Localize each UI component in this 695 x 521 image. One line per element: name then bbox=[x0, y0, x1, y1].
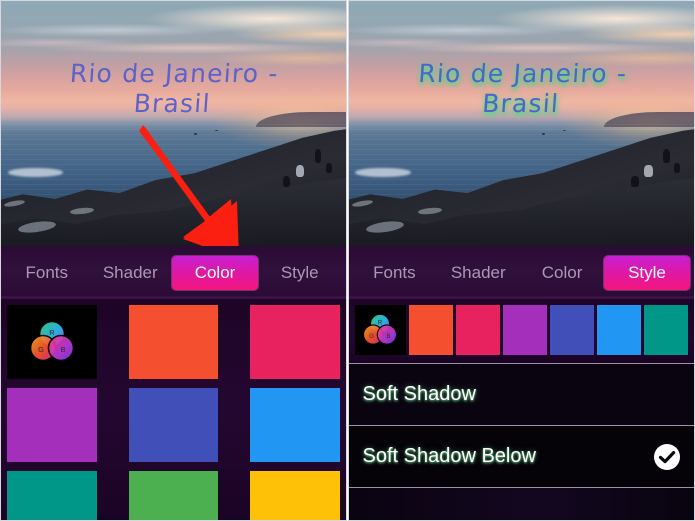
rgb-label-g: G bbox=[369, 333, 374, 340]
rgb-color-wheel-icon: R G B bbox=[362, 313, 398, 345]
swatch-amber[interactable] bbox=[250, 471, 340, 520]
person-silhouette bbox=[673, 162, 681, 173]
rgb-label-r: R bbox=[49, 328, 55, 337]
tab-fonts[interactable]: Fonts bbox=[5, 256, 89, 290]
editor-control-sheet-right: Fonts Shader Color Style R G B Soft Shad… bbox=[348, 246, 694, 520]
swatch-purple[interactable] bbox=[502, 305, 547, 355]
color-swatch-grid: R G B bbox=[1, 299, 346, 520]
person-silhouette bbox=[644, 165, 653, 178]
swatch-red-orange[interactable] bbox=[408, 305, 453, 355]
photo-preview-left[interactable]: Rio de Janeiro - Brasil bbox=[1, 1, 346, 246]
tab-shader[interactable]: Shader bbox=[89, 256, 173, 290]
boat-silhouette bbox=[214, 129, 218, 132]
tab-fonts[interactable]: Fonts bbox=[353, 256, 437, 290]
person-silhouette bbox=[325, 162, 332, 173]
tab-bar-right: Fonts Shader Color Style bbox=[348, 246, 694, 299]
tab-style[interactable]: Style bbox=[603, 255, 690, 290]
text-style-list: Soft Shadow Soft Shadow Below bbox=[348, 363, 694, 520]
style-list-item-partial[interactable] bbox=[348, 487, 694, 520]
tab-style[interactable]: Style bbox=[258, 256, 342, 290]
phone-screenshot-right: Rio de Janeiro - Brasil Fonts Shader Col… bbox=[347, 0, 695, 521]
person-silhouette bbox=[295, 165, 305, 178]
swatch-light-blue[interactable] bbox=[250, 388, 340, 462]
swatch-rgb-picker[interactable]: R G B bbox=[354, 305, 406, 355]
person-silhouette bbox=[662, 149, 670, 163]
swatch-purple[interactable] bbox=[7, 388, 97, 462]
rgb-color-wheel-icon: R G B bbox=[29, 320, 75, 362]
swatch-pink[interactable] bbox=[455, 305, 500, 355]
editor-control-sheet-left: Fonts Shader Color Style R G B bbox=[1, 246, 346, 520]
swatch-teal[interactable] bbox=[7, 471, 97, 520]
photo-preview-right[interactable]: Rio de Janeiro - Brasil bbox=[348, 1, 694, 246]
person-silhouette bbox=[314, 149, 322, 163]
phone-screenshot-left: Rio de Janeiro - Brasil Fonts Shader Col… bbox=[0, 0, 347, 521]
style-list-item-soft-shadow-below[interactable]: Soft Shadow Below bbox=[348, 425, 694, 487]
style-list-item-soft-shadow[interactable]: Soft Shadow bbox=[348, 363, 694, 425]
tab-bar-left: Fonts Shader Color Style bbox=[1, 246, 346, 299]
swatch-indigo[interactable] bbox=[128, 388, 218, 462]
style-item-label: Soft Shadow bbox=[362, 383, 476, 405]
person-silhouette bbox=[282, 176, 291, 188]
tab-color[interactable]: Color bbox=[520, 256, 604, 290]
swatch-pink[interactable] bbox=[250, 305, 340, 379]
rgb-label-g: G bbox=[38, 345, 44, 354]
boat-silhouette bbox=[562, 129, 566, 132]
swatch-teal[interactable] bbox=[643, 305, 688, 355]
swatch-green[interactable] bbox=[128, 471, 218, 520]
rgb-label-b: B bbox=[386, 333, 390, 340]
check-circle-icon bbox=[654, 443, 680, 470]
style-item-label: Soft Shadow Below bbox=[362, 445, 536, 467]
swatch-red-orange[interactable] bbox=[128, 305, 218, 379]
swatch-light-blue[interactable] bbox=[596, 305, 641, 355]
screenshot-root: Rio de Janeiro - Brasil Fonts Shader Col… bbox=[0, 0, 695, 521]
tab-shader[interactable]: Shader bbox=[436, 256, 520, 290]
tab-color[interactable]: Color bbox=[172, 255, 258, 290]
rgb-label-b: B bbox=[60, 345, 65, 354]
color-swatch-strip: R G B bbox=[348, 299, 694, 363]
swatch-indigo[interactable] bbox=[549, 305, 594, 355]
person-silhouette bbox=[631, 176, 639, 188]
rgb-label-r: R bbox=[378, 320, 383, 327]
swatch-rgb-picker[interactable]: R G B bbox=[7, 305, 97, 379]
